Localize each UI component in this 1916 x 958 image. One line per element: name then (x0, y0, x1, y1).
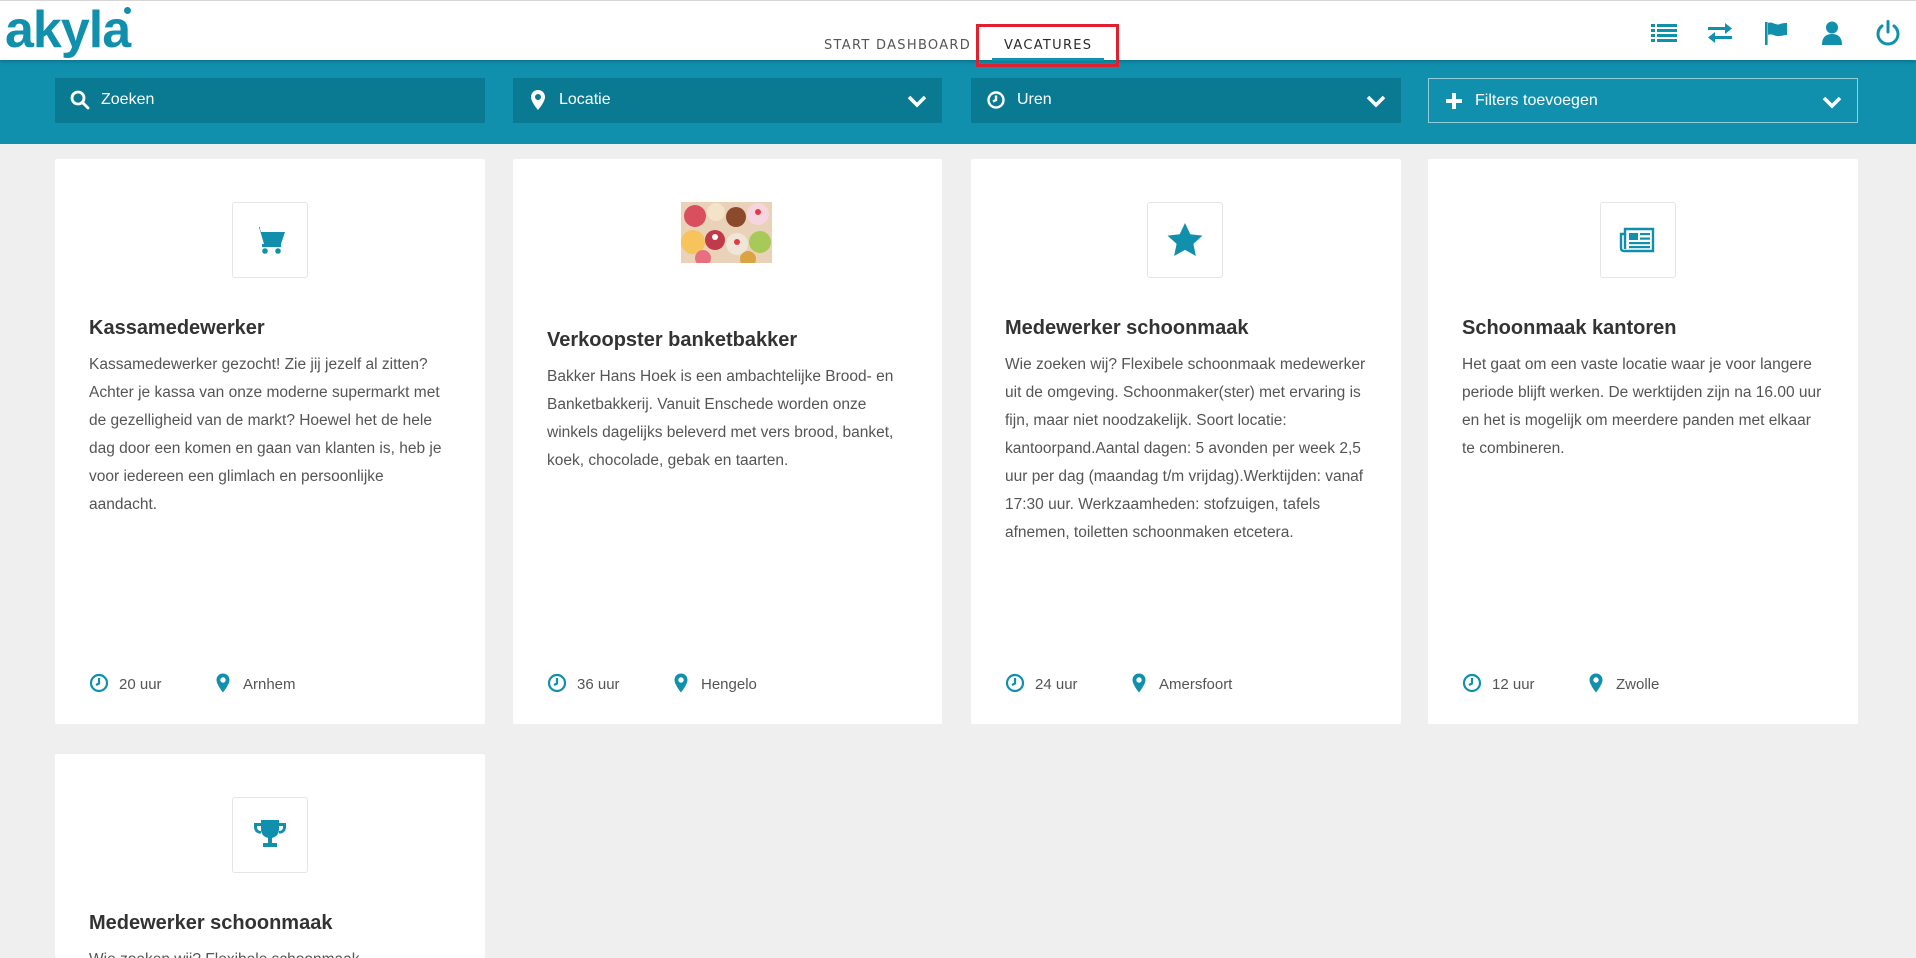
vacancy-description: Kassamedewerker gezocht! Zie jij jezelf … (89, 356, 442, 513)
location-label: Locatie (559, 91, 611, 108)
vacancy-card[interactable]: Medewerker schoonmaak Wie zoeken wij? Fl… (971, 159, 1401, 724)
clock-icon (987, 91, 1005, 109)
vacancy-title: Schoonmaak kantoren (1462, 317, 1677, 339)
top-navigation-bar: akyla START DASHBOARD VACATURES (0, 0, 1916, 61)
vacancy-title: Kassamedewerker (89, 317, 265, 339)
list-icon[interactable] (1650, 19, 1678, 47)
logo-dot (124, 7, 131, 14)
vacancy-location: Zwolle (1586, 673, 1660, 695)
search-placeholder: Zoeken (101, 91, 155, 108)
add-filters-dropdown[interactable]: Filters toevoegen (1428, 78, 1858, 123)
map-marker-icon (531, 90, 545, 110)
vacancy-card[interactable]: Schoonmaak kantoren Het gaat om een vast… (1428, 159, 1858, 724)
vacancy-card[interactable]: Medewerker schoonmaak Wie zoeken wij? Fl… (55, 754, 485, 958)
clock-icon (1462, 673, 1482, 693)
flag-icon[interactable] (1762, 19, 1790, 47)
vacancy-hours: 20 uur (89, 673, 162, 695)
transfer-icon[interactable] (1706, 19, 1734, 47)
map-marker-icon (674, 673, 688, 693)
vacancy-location-value: Hengelo (701, 675, 757, 693)
vacancy-hours: 24 uur (1005, 673, 1078, 695)
hours-label: Uren (1017, 91, 1052, 108)
vacancy-location-value: Zwolle (1616, 675, 1660, 693)
clock-icon (547, 673, 567, 693)
clock-icon (1005, 673, 1025, 693)
vacancy-hours-value: 24 uur (1035, 675, 1078, 693)
vacancy-icon-box (1600, 202, 1676, 278)
vacancy-location-value: Amersfoort (1159, 675, 1233, 693)
akyla-logo[interactable]: akyla (5, 3, 131, 57)
search-icon (70, 90, 90, 110)
vacancy-description: Wie zoeken wij? Flexibele schoonmaak (89, 946, 455, 958)
add-filters-label: Filters toevoegen (1475, 92, 1598, 109)
map-marker-icon (216, 673, 230, 693)
chevron-down-icon (1366, 95, 1386, 108)
vacancy-card[interactable]: Kassamedewerker Kassamedewerker gezocht!… (55, 159, 485, 724)
vacancy-description: Het gaat om een vaste locatie waar je vo… (1462, 356, 1822, 457)
vacancy-description: Wie zoeken wij? Flexibele schoonmaak med… (1005, 356, 1366, 541)
vacancy-location: Amersfoort (1129, 673, 1233, 695)
vacancy-title: Medewerker schoonmaak (89, 912, 333, 934)
vacancy-description: Bakker Hans Hoek is een ambachtelijke Br… (547, 368, 894, 469)
tab-vacatures[interactable]: VACATURES (992, 38, 1105, 61)
search-input[interactable]: Zoeken (55, 78, 485, 123)
active-tab-underline (992, 58, 1105, 61)
vacancy-icon-box (232, 797, 308, 873)
vacancy-hours-value: 20 uur (119, 675, 162, 693)
chevron-down-icon (1822, 96, 1842, 109)
tab-start-dashboard[interactable]: START DASHBOARD (824, 38, 971, 53)
clock-icon (89, 673, 109, 693)
shopping-cart-icon (253, 227, 285, 254)
hours-dropdown[interactable]: Uren (971, 78, 1401, 123)
plus-icon (1446, 93, 1462, 109)
pastries-image (681, 202, 772, 263)
vacancy-hours: 12 uur (1462, 673, 1535, 695)
vacancy-title: Verkoopster banketbakker (547, 329, 798, 351)
vacancy-title: Medewerker schoonmaak (1005, 317, 1249, 339)
trophy-icon (254, 820, 286, 847)
vacancy-location: Hengelo (671, 673, 757, 695)
pastries-image-graphic (681, 202, 772, 263)
vacancy-icon-box (232, 202, 308, 278)
location-dropdown[interactable]: Locatie (513, 78, 942, 123)
vacancy-card[interactable]: Verkoopster banketbakker Bakker Hans Hoe… (513, 159, 942, 724)
vacancy-hours-value: 12 uur (1492, 675, 1535, 693)
newspaper-icon (1619, 227, 1655, 253)
tab-vacatures-label: VACATURES (1004, 38, 1093, 53)
chevron-down-icon (907, 95, 927, 108)
vacancy-icon-box (1147, 202, 1223, 278)
vacancy-location-value: Arnhem (243, 675, 296, 693)
filter-bar: Zoeken Locatie Uren Filters toevoegen (0, 60, 1916, 144)
vacancy-hours: 36 uur (547, 673, 620, 695)
vacancy-hours-value: 36 uur (577, 675, 620, 693)
vacancy-location: Arnhem (213, 673, 296, 695)
star-icon (1167, 223, 1203, 256)
power-icon[interactable] (1874, 19, 1902, 47)
user-icon[interactable] (1818, 19, 1846, 47)
map-marker-icon (1132, 673, 1146, 693)
map-marker-icon (1589, 673, 1603, 693)
